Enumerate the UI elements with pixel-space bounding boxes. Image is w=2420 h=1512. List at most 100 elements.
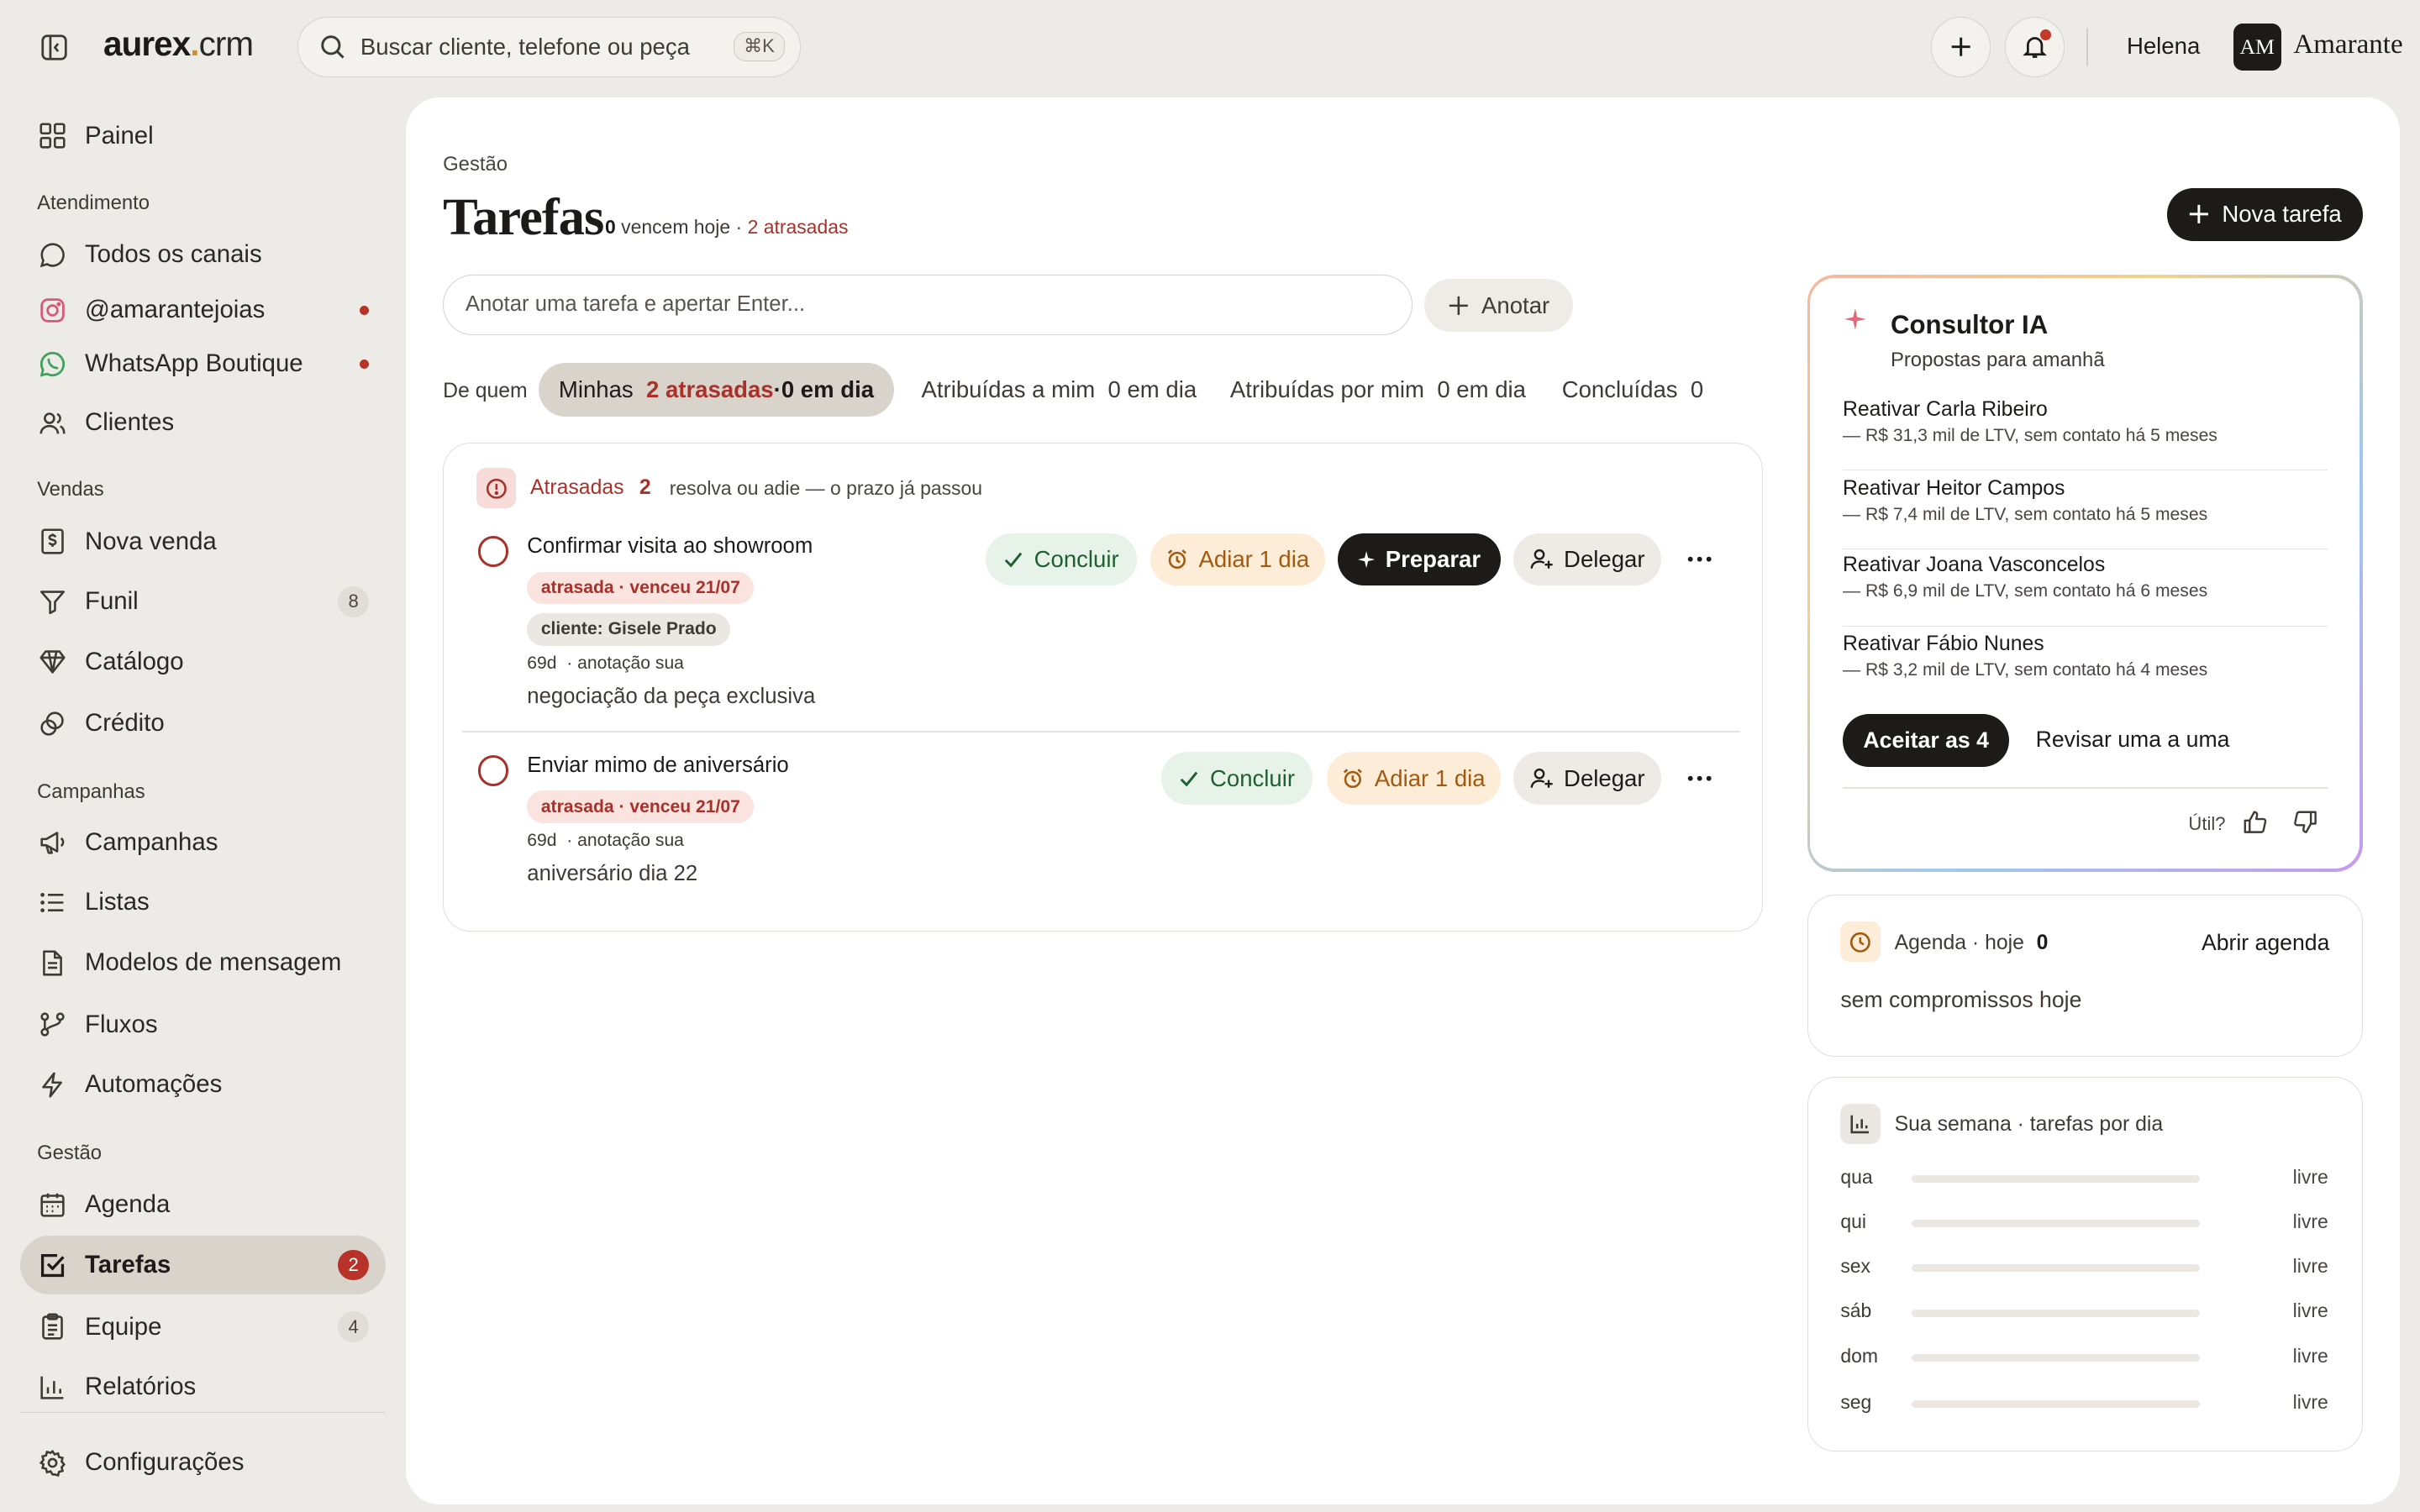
load-bar [1911,1353,2201,1362]
delegate-button[interactable]: Delegar [1512,752,1662,805]
sidebar-item-label: Agenda [85,1190,171,1219]
proposal-detail: — R$ 3,2 mil de LTV, sem contato há 4 me… [1843,660,2208,680]
sidebar-item-nova-venda[interactable]: Nova venda [20,512,386,571]
proposal-item[interactable]: Reativar Fábio Nunes — R$ 3,2 mil de LTV… [1843,633,2328,705]
bar-chart-icon [37,1372,68,1403]
sidebar-item-relatorios[interactable]: Relatórios [20,1357,386,1416]
search-shortcut-badge: ⌘K [734,31,785,62]
complete-button[interactable]: Concluir [1161,752,1313,805]
task-meta: 69d · anotação sua [527,831,684,851]
postpone-button[interactable]: Adiar 1 dia [1150,533,1325,586]
button-label: Adiar 1 dia [1198,545,1310,572]
divider [1843,786,2328,789]
sidebar-item-fluxos[interactable]: Fluxos [20,995,386,1054]
week-row: sáb livre [1840,1299,2328,1324]
week-row: qui livre [1840,1210,2328,1235]
prepare-button[interactable]: Preparar [1337,533,1502,586]
thumbs-up-icon[interactable] [2243,810,2270,837]
sidebar-item-listas[interactable]: Listas [20,874,386,932]
sidebar-item-agenda[interactable]: Agenda [20,1176,386,1235]
sidebar-item-whatsapp[interactable]: WhatsApp Boutique [20,335,386,394]
tab-concluidas[interactable]: Concluídas 0 [1542,363,1723,417]
tab-atribuidas-a-mim[interactable]: Atribuídas a mim 0 em dia [902,363,1217,417]
avatar[interactable]: AM [2233,23,2281,71]
overdue-tasks-card: Atrasadas 2 resolva ou adie — o prazo já… [443,443,1763,932]
anotar-label: Anotar [1481,291,1550,318]
overdue-section-header: Atrasadas 2 resolva ou adie — o prazo já… [476,468,982,509]
search-input[interactable]: Buscar cliente, telefone ou peça [360,34,690,60]
sidebar-item-catalogo[interactable]: Catálogo [20,633,386,691]
section-gestao: Gestão [37,1142,103,1165]
sidebar-item-instagram[interactable]: @amarantejoias [20,281,386,339]
sidebar-item-label: Modelos de mensagem [85,948,342,977]
search-bar[interactable]: Buscar cliente, telefone ou peça ⌘K [297,17,802,77]
quick-create-button[interactable] [1930,17,1991,77]
week-status: livre [2292,1344,2328,1367]
task-divider [462,730,1740,732]
more-options-icon[interactable] [1677,755,1723,801]
delegate-button[interactable]: Delegar [1512,533,1662,586]
store-name[interactable]: Amarante [2293,29,2402,60]
sidebar-item-label: Funil [85,587,139,616]
proposal-item[interactable]: Reativar Joana Vasconcelos — R$ 6,9 mil … [1843,554,2328,627]
sidebar-item-todos-canais[interactable]: Todos os canais [20,225,386,284]
app-logo[interactable]: aurex.crm [103,24,254,64]
task-note: negociação da peça exclusiva [527,684,816,708]
load-bar [1911,1399,2201,1409]
tab-atribuidas-por-mim[interactable]: Atribuídas por mim 0 em dia [1210,363,1546,417]
calendar-icon [37,1189,68,1221]
client-tag[interactable]: cliente: Gisele Prado [527,613,731,646]
sidebar-item-campanhas[interactable]: Campanhas [20,813,386,872]
complete-button[interactable]: Concluir [985,533,1137,586]
sidebar-item-tarefas[interactable]: Tarefas 2 [19,1236,387,1294]
sidebar-item-configuracoes[interactable]: Configurações [20,1433,386,1492]
sidebar-item-painel[interactable]: Painel [20,107,386,165]
sidebar-toggle-icon[interactable] [37,31,71,65]
task-name[interactable]: Enviar mimo de aniversário [527,753,788,778]
sidebar-item-modelos[interactable]: Modelos de mensagem [20,933,386,992]
accept-all-button[interactable]: Aceitar as 4 [1843,714,2010,767]
section-title: Atrasadas [529,476,624,500]
sidebar-item-clientes[interactable]: Clientes [20,393,386,452]
postpone-button[interactable]: Adiar 1 dia [1326,752,1502,805]
task-meta: 69d · anotação sua [527,653,684,673]
proposal-name: Reativar Joana Vasconcelos [1843,554,2106,577]
review-one-by-one-button[interactable]: Revisar uma a uma [2036,727,2230,753]
open-agenda-link[interactable]: Abrir agenda [2202,930,2329,956]
button-label: Delegar [1564,545,1645,572]
tab-label: Atribuídas a mim [921,375,1096,402]
quick-task-input[interactable]: Anotar uma tarefa e apertar Enter... [443,274,1413,335]
task-checkbox[interactable] [477,755,509,786]
sidebar-item-funil[interactable]: Funil 8 [20,572,386,631]
chat-bubble-icon [37,239,68,270]
week-day: seg [1840,1390,1872,1413]
sidebar-item-label: Clientes [85,408,175,437]
more-options-icon[interactable] [1677,536,1723,582]
alarm-clock-icon [1166,549,1188,570]
sidebar-item-automacoes[interactable]: Automações [20,1055,386,1114]
sidebar-item-credito[interactable]: Crédito [20,695,386,753]
notifications-button[interactable] [2004,17,2065,77]
checkbox-icon [37,1250,68,1281]
sidebar-item-label: Listas [85,888,150,916]
tab-ontime-count: 0 em dia [781,375,875,402]
new-task-button[interactable]: Nova tarefa [2166,188,2363,241]
proposal-item[interactable]: Reativar Carla Ribeiro — R$ 31,3 mil de … [1843,398,2328,471]
button-label: Adiar 1 dia [1374,764,1486,791]
week-title: Sua semana · tarefas por dia [1894,1113,2164,1137]
thumbs-down-icon[interactable] [2293,810,2321,837]
sidebar-item-label: Relatórios [85,1373,197,1401]
user-name[interactable]: Helena [2127,33,2200,60]
task-name[interactable]: Confirmar visita ao showroom [527,534,813,559]
breadcrumb[interactable]: Gestão [443,153,508,176]
gem-icon [37,647,68,678]
sidebar-item-equipe[interactable]: Equipe 4 [20,1298,386,1357]
agenda-card: Agenda · hoje 0 Abrir agenda sem comprom… [1807,895,2363,1058]
plus-icon [1949,34,1973,59]
tab-minhas[interactable]: Minhas 2 atrasadas · 0 em dia [539,362,894,417]
anotar-button[interactable]: Anotar [1424,279,1573,332]
task-checkbox[interactable] [477,536,509,568]
proposal-item[interactable]: Reativar Heitor Campos — R$ 7,4 mil de L… [1843,477,2328,549]
week-status: livre [2292,1390,2328,1413]
alert-circle-icon [476,468,517,509]
